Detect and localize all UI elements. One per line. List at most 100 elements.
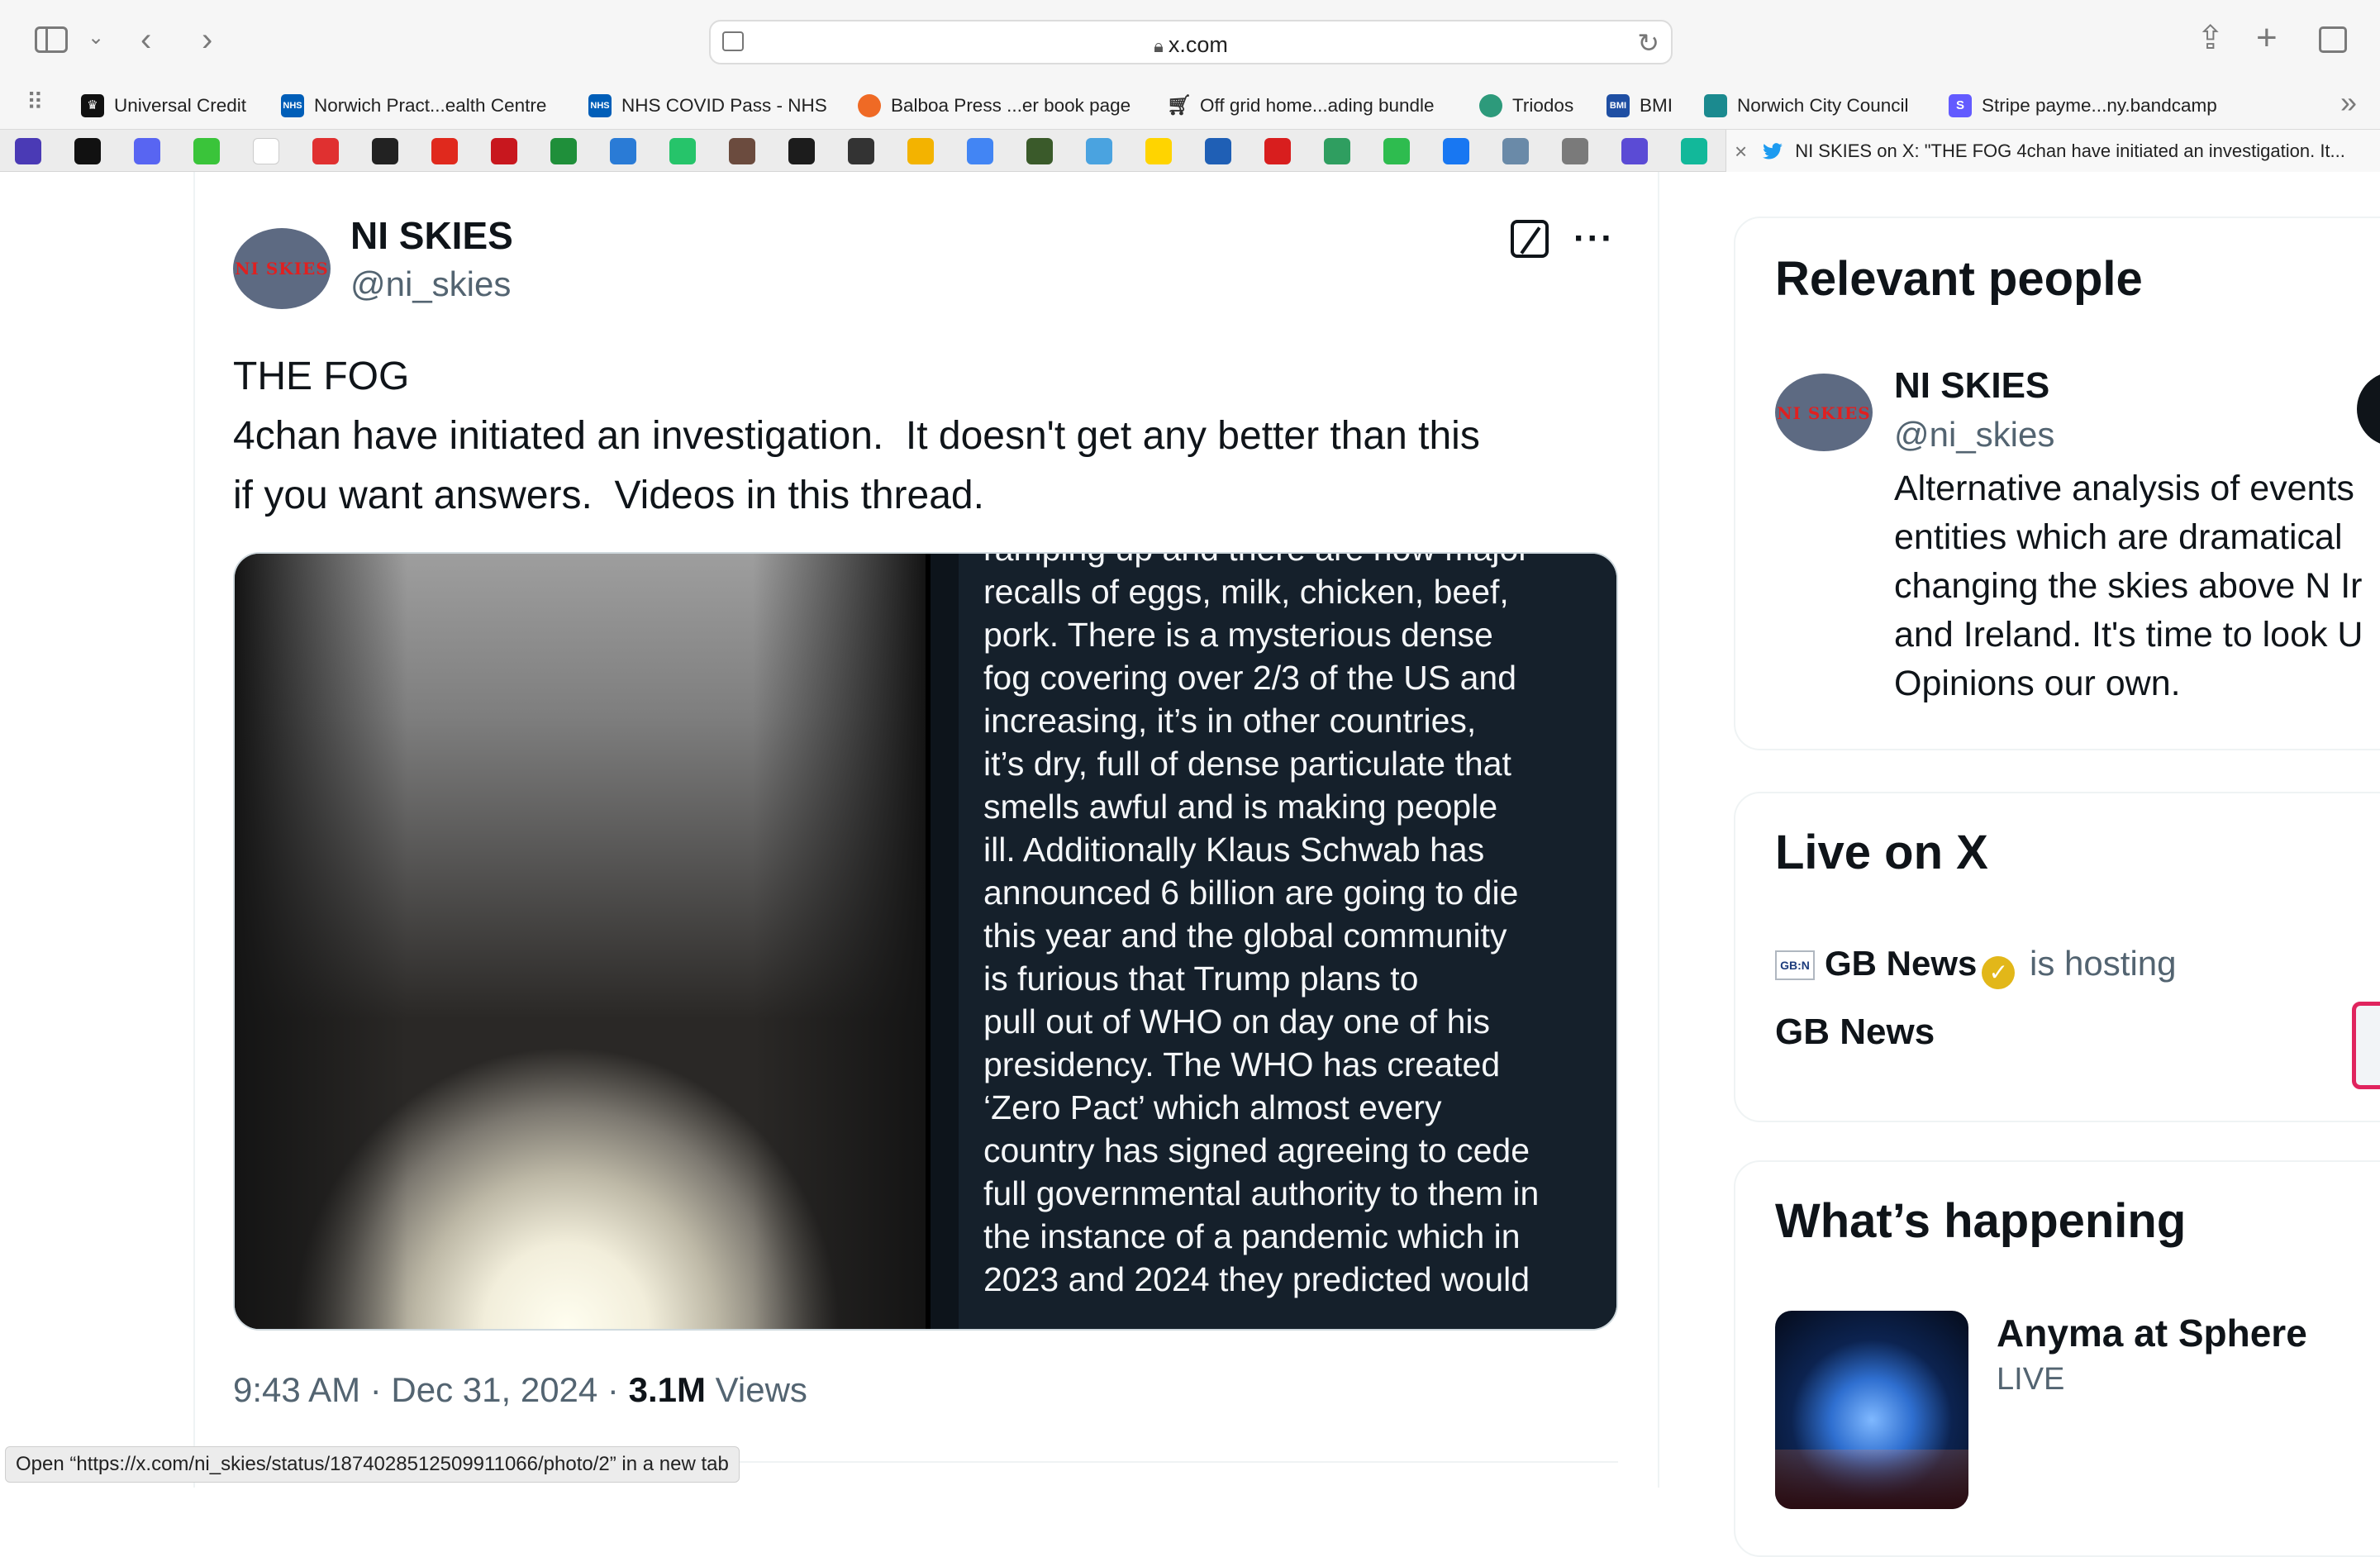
gb-news-icon: GB:N [1775, 950, 1815, 980]
tweet-timestamp[interactable]: 9:43 AM · Dec 31, 2024 · [233, 1370, 629, 1409]
sidebar-toggle-icon[interactable] [35, 26, 68, 53]
pinned-tab[interactable] [372, 138, 398, 164]
author-handle[interactable]: @ni_skies [350, 264, 511, 304]
pinned-tab[interactable] [550, 138, 577, 164]
pinned-tab[interactable] [1443, 138, 1469, 164]
pinned-tab[interactable] [431, 138, 458, 164]
bookmark-stripe[interactable]: S Stripe payme...ny.bandcamp [1949, 91, 2217, 121]
pinned-tab[interactable] [967, 138, 993, 164]
nhs-icon: NHS [588, 94, 612, 117]
relevant-person-handle[interactable]: @ni_skies [1894, 415, 2054, 455]
pinned-tab[interactable] [74, 138, 101, 164]
host-name: GB News [1825, 944, 1978, 983]
pinned-tab[interactable] [1086, 138, 1112, 164]
triodos-icon [1479, 94, 1502, 117]
bmi-icon: BMI [1606, 94, 1630, 117]
pinned-tab[interactable] [1621, 138, 1648, 164]
pinned-tab[interactable] [491, 138, 517, 164]
pinned-tab[interactable] [1145, 138, 1172, 164]
trend-title[interactable]: Anyma at Sphere [1997, 1311, 2307, 1355]
tab-active[interactable]: × NI SKIES on X: "THE FOG 4chan have ini… [1726, 130, 2380, 173]
relevant-person-bio: Alternative analysis of events entities … [1894, 469, 2363, 703]
pinned-tab[interactable] [1205, 138, 1231, 164]
author-avatar[interactable]: NI SKIES [233, 228, 331, 309]
reload-icon[interactable]: ↻ [1637, 27, 1659, 59]
active-tab-title: NI SKIES on X: "THE FOG 4chan have initi… [1795, 140, 2345, 161]
crown-icon: ♛ [81, 94, 104, 117]
live-host[interactable]: GB News ✓ is hosting [1825, 944, 2177, 989]
share-icon[interactable]: ⇪ [2197, 21, 2225, 55]
stripe-icon: S [1949, 94, 1972, 117]
host-suffix: is hosting [2020, 944, 2177, 983]
tweet-media[interactable]: ramping up and there are now major recal… [233, 552, 1618, 1331]
grok-icon[interactable] [1511, 220, 1549, 258]
pinned-tab[interactable] [1502, 138, 1529, 164]
status-bar: Open “https://x.com/ni_skies/status/1874… [5, 1446, 740, 1483]
text-screenshot-image[interactable]: ramping up and there are now major recal… [931, 554, 1616, 1329]
relevant-people-card: Relevant people NI SKIES NI SKIES @ni_sk… [1734, 217, 2380, 750]
views-count: 3.1M [628, 1370, 706, 1409]
relevant-person-avatar[interactable]: NI SKIES [1775, 374, 1873, 451]
live-broadcast-title[interactable]: GB News [1775, 1012, 1935, 1053]
bookmark-norwich-practice[interactable]: NHS Norwich Pract...ealth Centre [281, 91, 546, 121]
pinned-tab[interactable] [610, 138, 636, 164]
pinned-tab[interactable] [1562, 138, 1588, 164]
bookmark-off-grid[interactable]: 🛒︎ Off grid home...ading bundle [1167, 91, 1435, 121]
pinned-tab[interactable] [788, 138, 815, 164]
forward-icon[interactable]: › [202, 23, 212, 56]
pinned-tab[interactable] [907, 138, 934, 164]
bookmark-norwich-council[interactable]: Norwich City Council [1704, 91, 1909, 121]
bookmark-universal-credit[interactable]: ♛ Universal Credit [81, 91, 246, 121]
verified-badge-icon: ✓ [1982, 956, 2016, 989]
screenshot-text: ramping up and there are now major recal… [983, 554, 1540, 1298]
address-bar[interactable]: 🔒︎ x.com ↻ [709, 20, 1673, 64]
follow-button[interactable] [2357, 372, 2380, 446]
pinned-tab[interactable] [312, 138, 339, 164]
whats-happening-title: What’s happening [1775, 1194, 2187, 1248]
more-options-icon[interactable]: ··· [1573, 218, 1615, 260]
tab-bar: × NI SKIES on X: "THE FOG 4chan have ini… [0, 129, 2380, 173]
new-tab-icon[interactable]: + [2256, 20, 2278, 56]
bookmark-balboa-press[interactable]: Balboa Press ...er book page [858, 91, 1130, 121]
relevant-person-name[interactable]: NI SKIES [1894, 365, 2049, 407]
pinned-tab[interactable] [669, 138, 696, 164]
lock-icon: 🔒︎ [1154, 36, 1164, 56]
pinned-tab[interactable] [134, 138, 160, 164]
trend-image[interactable] [1775, 1311, 1968, 1509]
pinned-tab[interactable] [1681, 138, 1707, 164]
council-icon [1704, 94, 1727, 117]
pinned-tab[interactable] [1026, 138, 1053, 164]
views-label: Views [705, 1370, 807, 1409]
close-tab-icon[interactable]: × [1735, 139, 1747, 164]
author-name[interactable]: NI SKIES [350, 213, 513, 258]
url-field[interactable]: 🔒︎ x.com [711, 32, 1671, 58]
apps-grid-icon[interactable]: ⠿ [26, 91, 44, 114]
bookmarks-bar: ⠿ ♛ Universal Credit NHS Norwich Pract...e… [0, 83, 2380, 129]
live-on-x-card: Live on X GB:N GB News ✓ is hosting GB Ne… [1734, 792, 2380, 1122]
chevron-down-icon[interactable]: ⌄ [88, 28, 104, 48]
page-content: NI SKIES NI SKIES @ni_skies ··· THE FOG … [0, 172, 2380, 1557]
live-thumbnail[interactable] [2352, 1002, 2380, 1089]
pinned-tab[interactable] [1383, 138, 1410, 164]
browser-toolbar: ⌄ ‹ › 🔒︎ x.com ↻ ⇪ + [0, 0, 2380, 83]
pinned-tab[interactable] [253, 138, 279, 164]
pinned-tab[interactable] [1264, 138, 1291, 164]
pinned-tab[interactable] [15, 138, 41, 164]
live-on-x-title: Live on X [1775, 826, 1988, 879]
back-icon[interactable]: ‹ [140, 23, 151, 56]
trend-status: LIVE [1997, 1362, 2065, 1397]
pinned-tab[interactable] [1324, 138, 1350, 164]
tweet-text: THE FOG 4chan have initiated an investig… [233, 355, 1480, 517]
whats-happening-card: What’s happening Anyma at Sphere LIVE [1734, 1160, 2380, 1557]
tab-overview-icon[interactable] [2319, 26, 2347, 53]
pinned-tab[interactable] [848, 138, 874, 164]
twitter-bird-icon [1763, 143, 1783, 160]
fog-video-thumbnail[interactable] [235, 554, 926, 1329]
bookmark-triodos[interactable]: Triodos [1479, 91, 1573, 121]
balboa-icon [858, 94, 881, 117]
bookmark-bmi[interactable]: BMI BMI [1606, 91, 1673, 121]
pinned-tab[interactable] [729, 138, 755, 164]
bookmark-nhs-covid-pass[interactable]: NHS NHS COVID Pass - NHS [588, 91, 827, 121]
pinned-tab[interactable] [193, 138, 220, 164]
more-bookmarks-icon[interactable]: » [2340, 88, 2357, 117]
